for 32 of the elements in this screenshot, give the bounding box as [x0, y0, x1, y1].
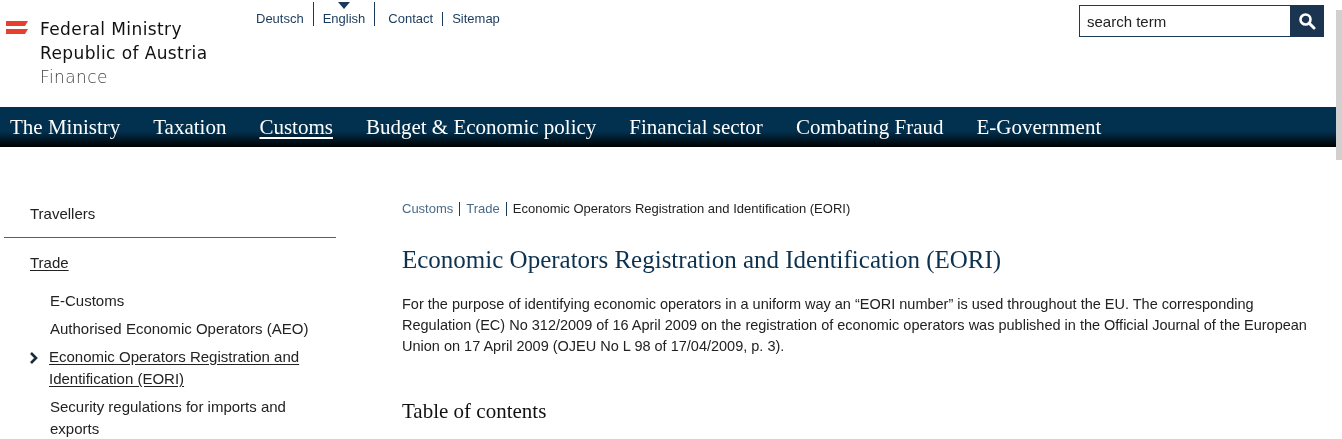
logo-text: Republic of Austria — [40, 42, 208, 65]
sidebar-sublink[interactable]: Authorised Economic Operators (AEO) — [50, 318, 309, 340]
sidebar-sublink[interactable]: Security regulations for imports and exports — [50, 396, 336, 439]
intro-paragraph: For the purpose of identifying economic operators in a uniform way an “EORI number” is used throughout the EU. The corresponding Regulation (EC) No 312/2009 of 16 April 2009 on the registration of economic operators was published in the Official Journal of the European Union on 17 April 2009 (OJEU No L 98 of 17/04/2009, p. 3). — [402, 295, 1308, 356]
language-link[interactable]: English — [322, 12, 366, 26]
service-link[interactable]: Sitemap — [452, 12, 500, 26]
nav-link[interactable]: Taxation — [153, 114, 227, 140]
breadcrumb-link[interactable]: Trade — [459, 202, 506, 216]
nav-link[interactable]: Combating Fraud — [795, 114, 944, 140]
sidebar-sublink[interactable]: E-Customs — [50, 290, 125, 312]
search-icon — [1298, 12, 1316, 30]
sidebar-link[interactable]: Trade — [4, 254, 336, 272]
sidebar-link[interactable]: Travellers — [4, 205, 336, 223]
scrollbar-thumb[interactable] — [1336, 10, 1342, 160]
logo-text: Finance — [40, 66, 109, 89]
nav-link[interactable]: Financial sector — [629, 114, 763, 140]
flag-logo-icon — [6, 21, 28, 35]
search-button[interactable] — [1290, 5, 1324, 37]
sidebar-sublink[interactable]: Economic Operators Registration and Identification (EORI) — [49, 346, 336, 390]
breadcrumb-link[interactable]: Customs — [402, 202, 460, 216]
service-link[interactable]: Contact — [388, 12, 434, 26]
nav-link[interactable]: Customs — [259, 114, 333, 140]
breadcrumb-link[interactable]: Economic Operators Registration and Identification (EORI) — [505, 202, 857, 216]
logo-text: Federal Ministry — [40, 18, 183, 41]
section-heading: Table of contents — [402, 399, 548, 424]
language-link[interactable]: Deutsch — [256, 12, 304, 26]
search-field[interactable]: search term — [1079, 5, 1290, 37]
page-title: Economic Operators Registration and Identification (EORI) — [402, 246, 1003, 274]
nav-link[interactable]: The Ministry — [10, 114, 121, 140]
nav-link[interactable]: Budget & Economic policy — [365, 114, 597, 140]
nav-link[interactable]: E-Government — [976, 114, 1102, 140]
chevron-icon — [29, 352, 39, 364]
